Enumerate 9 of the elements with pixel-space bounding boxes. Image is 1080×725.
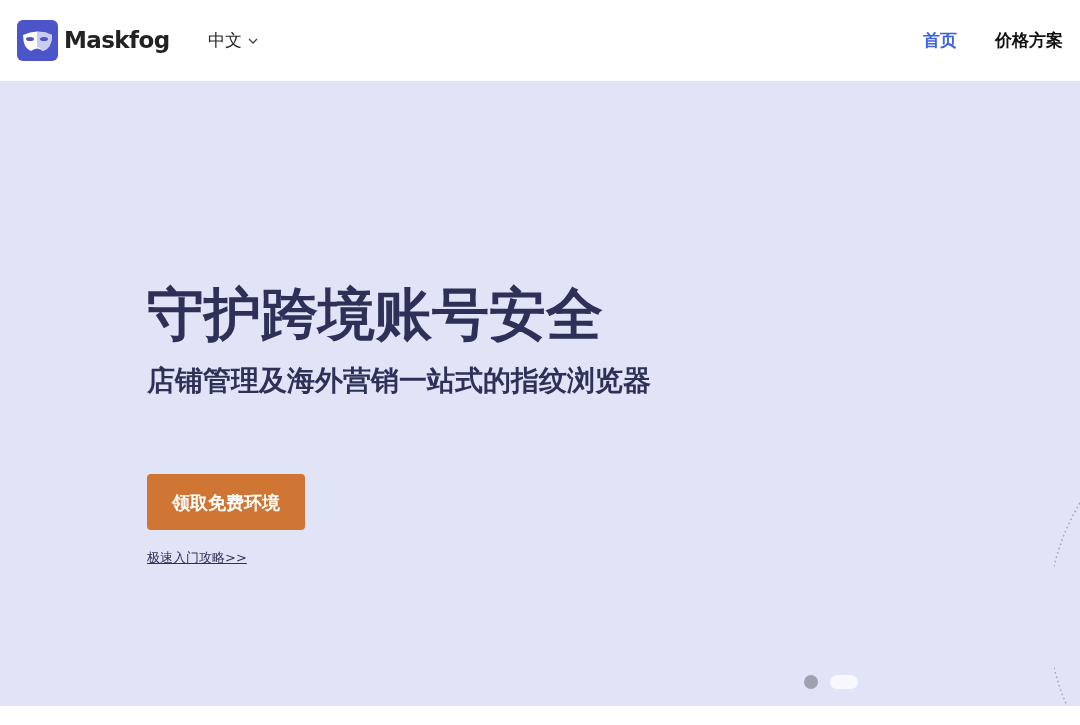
quick-start-link[interactable]: 极速入门攻略>> (147, 548, 247, 568)
mask-logo-icon[interactable] (17, 20, 58, 61)
hero-subtitle: 店铺管理及海外营销一站式的指纹浏览器 (147, 363, 652, 399)
nav-link[interactable]: 首页 (923, 27, 957, 54)
language-selector[interactable]: 中文 (207, 27, 258, 54)
nav-link[interactable]: 价格方案 (995, 27, 1063, 54)
chevron-down-icon (247, 37, 258, 44)
brand-name[interactable]: Maskfog (64, 23, 170, 58)
hero-title: 守护跨境账号安全 (147, 280, 604, 349)
